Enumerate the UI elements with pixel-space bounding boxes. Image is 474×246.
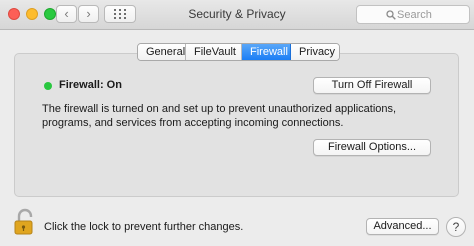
back-button[interactable]: ‹: [56, 5, 77, 23]
tab-bar: General FileVault Firewall Privacy: [137, 43, 340, 61]
minimize-icon[interactable]: [26, 8, 38, 20]
lock-icon[interactable]: [14, 208, 36, 241]
advanced-button[interactable]: Advanced...: [366, 218, 439, 235]
search-icon: [386, 10, 396, 20]
close-icon[interactable]: [8, 8, 20, 20]
turn-off-firewall-button[interactable]: Turn Off Firewall: [313, 77, 431, 94]
lock-message: Click the lock to prevent further change…: [44, 221, 244, 233]
firewall-status: Firewall: On: [59, 79, 122, 91]
tab-general[interactable]: General: [138, 44, 186, 60]
show-all-button[interactable]: [104, 5, 136, 23]
tab-firewall[interactable]: Firewall: [242, 44, 291, 60]
search-field[interactable]: [356, 5, 470, 24]
grid-icon: [114, 9, 126, 19]
firewall-description: The firewall is turned on and set up to …: [42, 103, 397, 129]
forward-button[interactable]: ›: [78, 5, 99, 23]
status-dot-icon: [44, 82, 52, 90]
zoom-icon[interactable]: [44, 8, 56, 20]
window-titlebar: ‹ › Security & Privacy: [0, 0, 474, 30]
search-input[interactable]: [397, 7, 467, 22]
window-title: Security & Privacy: [188, 7, 286, 21]
firewall-options-button[interactable]: Firewall Options...: [313, 139, 431, 156]
tab-filevault[interactable]: FileVault: [186, 44, 242, 60]
help-icon[interactable]: ?: [446, 217, 466, 237]
tab-privacy[interactable]: Privacy: [291, 44, 339, 60]
